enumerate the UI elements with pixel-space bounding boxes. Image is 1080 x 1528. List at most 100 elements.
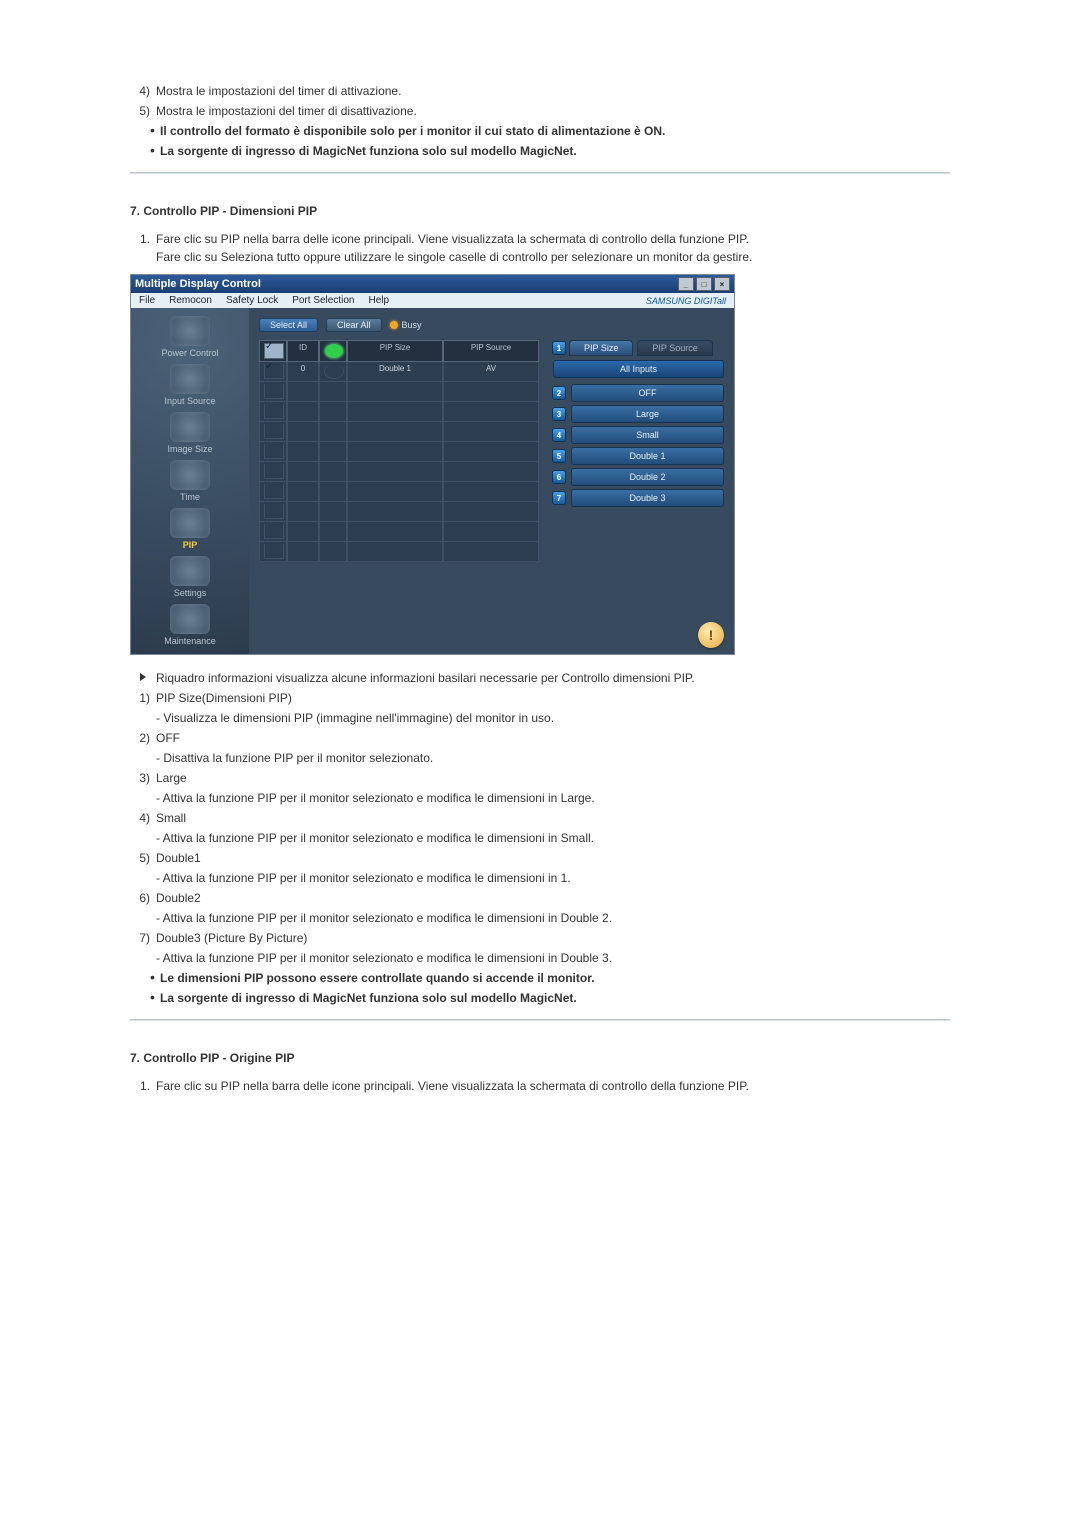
grid-row[interactable]: 0 Double 1 AV: [259, 362, 539, 382]
list-text: Mostra le impostazioni del timer di atti…: [156, 82, 950, 100]
bullet-icon: •: [150, 122, 160, 139]
sidebar-item[interactable]: Settings: [170, 556, 210, 598]
option-button[interactable]: Double 2: [571, 468, 724, 486]
list-number: 1.: [130, 230, 156, 266]
list-text: Mostra le impostazioni del timer di disa…: [156, 102, 950, 120]
sidebar-label: PIP: [170, 540, 210, 550]
option-badge: 5: [553, 450, 565, 462]
window-titlebar: Multiple Display Control _ □ ×: [131, 275, 734, 293]
grid-row-empty[interactable]: [259, 482, 539, 502]
bullet-item: •Le dimensioni PIP possono essere contro…: [150, 969, 950, 987]
tab-pip-source[interactable]: PIP Source: [637, 340, 712, 356]
row-checkbox[interactable]: [264, 424, 284, 439]
grid-row-empty[interactable]: [259, 522, 539, 542]
list-number: 3): [130, 769, 156, 787]
grid-row-empty[interactable]: [259, 502, 539, 522]
sidebar-icon: [170, 460, 210, 490]
tab-pip-size[interactable]: PIP Size: [569, 340, 633, 356]
status-dot-icon: [324, 364, 344, 379]
sidebar-item[interactable]: Time: [170, 460, 210, 502]
grid-row-empty[interactable]: [259, 442, 539, 462]
grid-header-source: PIP Source: [443, 340, 539, 362]
row-checkbox[interactable]: [264, 484, 284, 499]
pre-list: 4)Mostra le impostazioni del timer di at…: [130, 82, 950, 120]
row-checkbox[interactable]: [264, 384, 284, 399]
menu-item[interactable]: Remocon: [169, 295, 212, 306]
list-number: 2): [130, 729, 156, 747]
list-label: Small: [156, 809, 950, 827]
triangle-icon: [140, 673, 146, 681]
bullet-item: •Il controllo del formato è disponibile …: [150, 122, 950, 140]
sidebar-item[interactable]: Maintenance: [164, 604, 216, 646]
list-number: 4): [130, 809, 156, 827]
option-row: 3Large: [553, 405, 724, 423]
sidebar-icon: [170, 604, 210, 634]
option-button[interactable]: Small: [571, 426, 724, 444]
list-label: Double2: [156, 889, 950, 907]
row-checkbox[interactable]: [264, 504, 284, 519]
sidebar-label: Image Size: [167, 444, 212, 454]
menu-item[interactable]: File: [139, 295, 155, 306]
row-checkbox[interactable]: [264, 404, 284, 419]
close-icon[interactable]: ×: [714, 277, 730, 291]
grid-row-empty[interactable]: [259, 402, 539, 422]
sidebar-item[interactable]: Power Control: [161, 316, 218, 358]
row-checkbox[interactable]: [264, 444, 284, 459]
busy-indicator: Busy: [390, 320, 422, 330]
brand-label: SAMSUNG DIGITall: [646, 296, 726, 306]
option-button[interactable]: OFF: [571, 384, 724, 402]
list-number: 4): [130, 82, 156, 100]
section-title-pip-size: 7. Controllo PIP - Dimensioni PIP: [130, 204, 950, 218]
list-sub: - Attiva la funzione PIP per il monitor …: [156, 789, 950, 807]
grid-row-empty[interactable]: [259, 422, 539, 442]
menubar: File Remocon Safety Lock Port Selection Help…: [131, 293, 734, 308]
bullet-icon: •: [150, 989, 160, 1006]
grid-row-empty[interactable]: [259, 462, 539, 482]
grid-header-id: ID: [287, 340, 319, 362]
row-checkbox[interactable]: [264, 364, 284, 379]
intro-line: Fare clic su PIP nella barra delle icone…: [156, 230, 950, 248]
maximize-icon[interactable]: □: [696, 277, 712, 291]
sidebar-label: Power Control: [161, 348, 218, 358]
row-checkbox[interactable]: [264, 524, 284, 539]
clear-all-button[interactable]: Clear All: [326, 318, 382, 332]
grid-row-empty[interactable]: [259, 382, 539, 402]
option-button[interactable]: Double 3: [571, 489, 724, 507]
list-item: 6)Double2 - Attiva la funzione PIP per i…: [130, 889, 950, 927]
list-text: Fare clic su PIP nella barra delle icone…: [156, 230, 950, 266]
bullet-text: La sorgente di ingresso di MagicNet funz…: [160, 989, 950, 1007]
sidebar-icon: [170, 316, 210, 346]
sidebar-item[interactable]: Input Source: [164, 364, 215, 406]
sidebar-icon: [170, 364, 210, 394]
list-number: 6): [130, 889, 156, 907]
menu-item[interactable]: Help: [368, 295, 389, 306]
menu-item[interactable]: Safety Lock: [226, 295, 278, 306]
sidebar-item[interactable]: Image Size: [167, 412, 212, 454]
list-sub: - Attiva la funzione PIP per il monitor …: [156, 909, 950, 927]
sidebar-item[interactable]: PIP: [170, 508, 210, 550]
app-screenshot: Multiple Display Control _ □ × File Remoc…: [130, 274, 735, 655]
minimize-icon[interactable]: _: [678, 277, 694, 291]
section1-intro: 1. Fare clic su PIP nella barra delle ic…: [130, 230, 950, 266]
sidebar-icon: [170, 556, 210, 586]
grid-row-empty[interactable]: [259, 542, 539, 562]
row-checkbox[interactable]: [264, 544, 284, 559]
info-text: Riquadro informazioni visualizza alcune …: [156, 669, 950, 687]
list-label: OFF: [156, 729, 950, 747]
option-button[interactable]: Double 1: [571, 447, 724, 465]
grid-header-check[interactable]: [259, 340, 287, 362]
select-all-button[interactable]: Select All: [259, 318, 318, 332]
hint-icon[interactable]: !: [698, 622, 724, 648]
section1-items: 1)PIP Size(Dimensioni PIP) - Visualizza …: [130, 689, 950, 967]
menu-item[interactable]: Port Selection: [292, 295, 354, 306]
bullet-icon: •: [150, 969, 160, 986]
list-number: 5): [130, 102, 156, 120]
busy-dot-icon: [390, 321, 398, 329]
row-checkbox[interactable]: [264, 464, 284, 479]
info-line: Riquadro informazioni visualizza alcune …: [130, 669, 950, 687]
tab-badge: 1: [553, 342, 565, 354]
sidebar-icon: [170, 508, 210, 538]
list-label: Double3 (Picture By Picture): [156, 929, 950, 947]
list-item: 3)Large - Attiva la funzione PIP per il …: [130, 769, 950, 807]
option-button[interactable]: Large: [571, 405, 724, 423]
